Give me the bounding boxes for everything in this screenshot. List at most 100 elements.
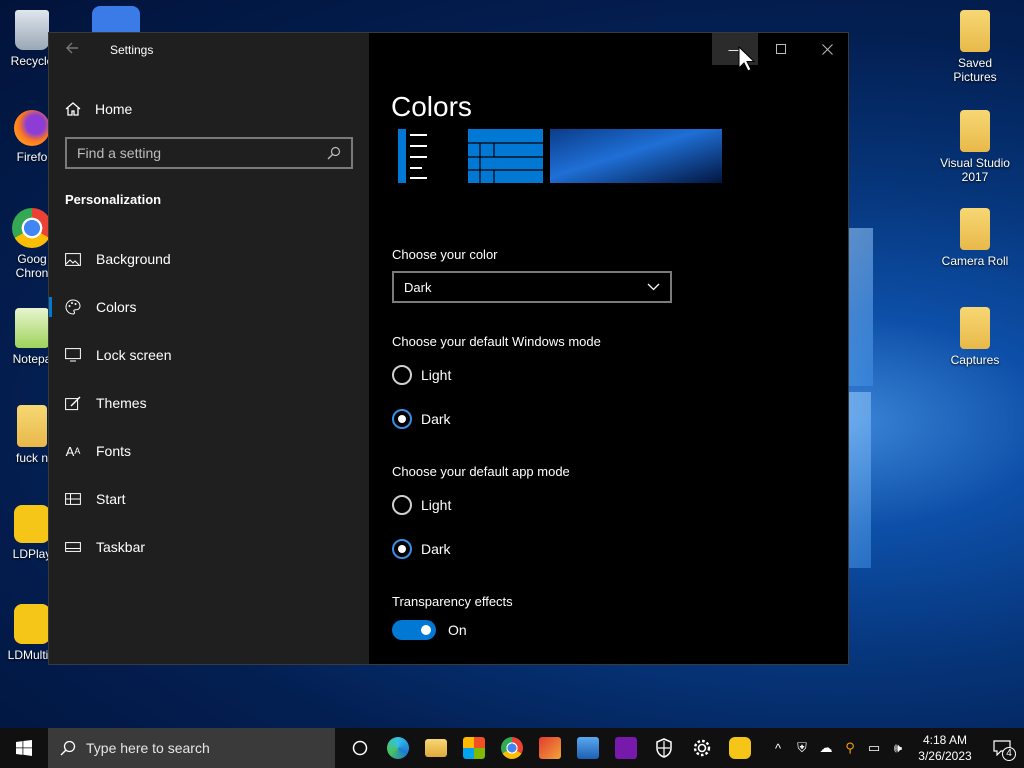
taskbar-store[interactable] bbox=[455, 728, 493, 768]
onedrive-icon[interactable]: ☁ bbox=[814, 728, 838, 768]
mouse-cursor-icon bbox=[738, 46, 756, 72]
desktop-icon-label: Camera Roll bbox=[941, 254, 1009, 268]
nav-item-label: Lock screen bbox=[96, 347, 172, 363]
folder-icon bbox=[960, 208, 990, 250]
clock[interactable]: 4:18 AM 3/26/2023 bbox=[910, 732, 980, 764]
taskbar-edge[interactable] bbox=[379, 728, 417, 768]
settings-content: — Colors Choose your color Dark Choose y… bbox=[369, 33, 849, 664]
search-icon bbox=[60, 740, 76, 756]
radio-label: Light bbox=[421, 497, 452, 513]
page-title: Colors bbox=[391, 91, 472, 122]
transparency-toggle[interactable]: On bbox=[392, 620, 467, 640]
taskbar-photos[interactable] bbox=[569, 728, 607, 768]
nav-item-label: Background bbox=[96, 251, 171, 267]
desktop-icon-label: fuck n bbox=[15, 451, 48, 465]
app-icon bbox=[92, 6, 140, 34]
ldmultiplayer-icon bbox=[14, 604, 50, 644]
radio-label: Dark bbox=[421, 541, 451, 557]
desktop-icon-camera-roll[interactable]: Camera Roll bbox=[938, 208, 1012, 268]
app-mode-dark-radio[interactable]: Dark bbox=[392, 539, 451, 559]
window-title: Settings bbox=[110, 43, 154, 57]
taskbar-chrome[interactable] bbox=[493, 728, 531, 768]
desktop-icon-label: Goog Chron bbox=[15, 252, 49, 280]
desktop-icon-label: Captures bbox=[950, 353, 1000, 367]
desktop-icon-label: Visual Studio 2017 bbox=[940, 156, 1010, 184]
folder-icon bbox=[960, 10, 990, 52]
chevron-down-icon bbox=[647, 283, 660, 291]
nav-home[interactable]: Home bbox=[65, 99, 132, 119]
close-button[interactable] bbox=[804, 33, 848, 65]
task-view-button[interactable] bbox=[341, 728, 379, 768]
desktop-icon-label: Saved Pictures bbox=[953, 56, 997, 84]
windows-mode-dark-radio[interactable]: Dark bbox=[392, 409, 451, 429]
windows-mode-light-radio[interactable]: Light bbox=[392, 365, 451, 385]
choose-color-dropdown[interactable]: Dark bbox=[392, 271, 672, 303]
notification-center-icon[interactable]: 4 bbox=[980, 728, 1024, 768]
zip-folder-icon bbox=[17, 405, 47, 447]
wallpaper-pane bbox=[849, 228, 873, 386]
volume-icon[interactable]: 🕪 bbox=[886, 728, 910, 768]
show-hidden-icons-chevron-up-icon[interactable]: ^ bbox=[766, 728, 790, 768]
start-grid-icon bbox=[65, 491, 81, 507]
photos-icon bbox=[577, 737, 599, 759]
scrollbar[interactable] bbox=[848, 193, 849, 355]
nav-item-background[interactable]: Background bbox=[49, 243, 369, 275]
notification-count-badge: 4 bbox=[1002, 747, 1016, 761]
nav-item-start[interactable]: Start bbox=[49, 483, 369, 515]
taskbar-game[interactable] bbox=[531, 728, 569, 768]
taskbar-settings[interactable] bbox=[683, 728, 721, 768]
app-mode-label: Choose your default app mode bbox=[392, 464, 570, 479]
radio-circle[interactable] bbox=[392, 539, 412, 559]
desktop-icon-visual-studio[interactable]: Visual Studio 2017 bbox=[938, 110, 1012, 184]
taskbar-security[interactable] bbox=[645, 728, 683, 768]
desktop-icon-label: Firefo bbox=[16, 150, 48, 164]
taskbar-file-explorer[interactable] bbox=[417, 728, 455, 768]
notepad-icon bbox=[15, 308, 49, 348]
maximize-button[interactable] bbox=[758, 33, 804, 65]
desktop-icon-label: Recycle bbox=[10, 54, 54, 68]
nav-item-taskbar[interactable]: Taskbar bbox=[49, 531, 369, 563]
edge-icon bbox=[387, 737, 409, 759]
desktop-icon-saved-pictures[interactable]: Saved Pictures bbox=[938, 10, 1012, 84]
radio-circle[interactable] bbox=[392, 495, 412, 515]
app-mode-light-radio[interactable]: Light bbox=[392, 495, 451, 515]
monitor-icon bbox=[65, 347, 81, 363]
defender-icon[interactable]: ⛨ bbox=[790, 728, 814, 768]
radio-circle[interactable] bbox=[392, 365, 412, 385]
find-setting-input[interactable] bbox=[77, 145, 327, 161]
nav-item-lock-screen[interactable]: Lock screen bbox=[49, 339, 369, 371]
taskbar-search-box[interactable]: Type here to search bbox=[48, 728, 335, 768]
settings-icon bbox=[693, 739, 711, 757]
nav-item-colors[interactable]: Colors bbox=[49, 291, 369, 323]
desktop-icon-captures[interactable]: Captures bbox=[938, 307, 1012, 367]
taskbar-icon bbox=[65, 539, 81, 555]
key-icon[interactable]: ⚲ bbox=[838, 728, 862, 768]
file-explorer-icon bbox=[425, 739, 447, 757]
radio-circle[interactable] bbox=[392, 409, 412, 429]
nav-home-label: Home bbox=[95, 101, 133, 117]
recycle-bin-icon bbox=[15, 10, 49, 50]
nav-item-label: Themes bbox=[96, 395, 147, 411]
nav-item-themes[interactable]: Themes bbox=[49, 387, 369, 419]
nav-item-label: Taskbar bbox=[96, 539, 146, 555]
settings-nav-pane: Settings Home Personalization Background… bbox=[49, 33, 369, 664]
find-setting-box[interactable] bbox=[65, 137, 353, 169]
network-icon[interactable]: ▭ bbox=[862, 728, 886, 768]
folder-icon bbox=[960, 110, 990, 152]
windows-logo-icon bbox=[16, 740, 32, 756]
brush-icon bbox=[65, 395, 81, 411]
radio-label: Dark bbox=[421, 411, 451, 427]
start-button[interactable] bbox=[0, 728, 48, 768]
windows-mode-label: Choose your default Windows mode bbox=[392, 334, 601, 349]
taskbar-onenote[interactable] bbox=[607, 728, 645, 768]
dropdown-value: Dark bbox=[404, 279, 432, 295]
back-arrow-icon[interactable] bbox=[65, 41, 79, 57]
clock-date: 3/26/2023 bbox=[918, 749, 972, 763]
game-icon bbox=[539, 737, 561, 759]
toggle-switch[interactable] bbox=[392, 620, 436, 640]
radio-label: Light bbox=[421, 367, 452, 383]
nav-item-fonts[interactable]: AA Fonts bbox=[49, 435, 369, 467]
taskbar-ldplayer[interactable] bbox=[721, 728, 759, 768]
font-icon: AA bbox=[65, 443, 81, 459]
search-icon bbox=[327, 146, 341, 160]
